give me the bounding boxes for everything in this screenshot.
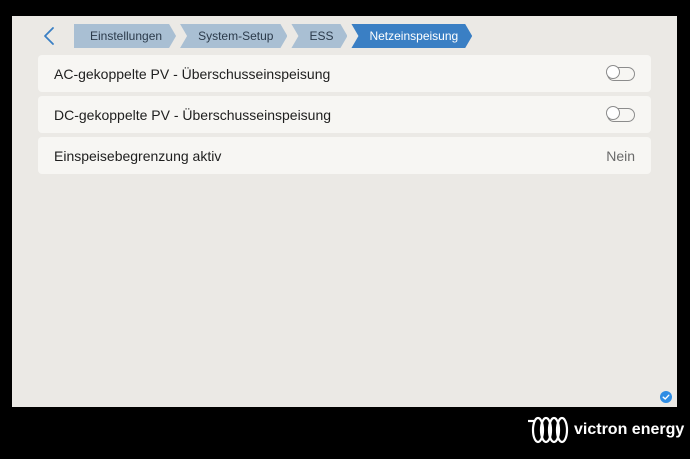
list-item-ac-coupled-pv[interactable]: AC-gekoppelte PV - Überschusseinspeisung xyxy=(38,55,651,92)
breadcrumb-system-setup[interactable]: System-Setup xyxy=(180,24,287,48)
device-frame: Einstellungen System-Setup ESS Netzeinsp… xyxy=(0,0,690,459)
screen: Einstellungen System-Setup ESS Netzeinsp… xyxy=(12,16,677,407)
settings-list: AC-gekoppelte PV - Überschusseinspeisung… xyxy=(38,55,651,178)
check-circle-icon xyxy=(660,391,672,403)
toggle-knob xyxy=(606,65,620,79)
list-item-label: AC-gekoppelte PV - Überschusseinspeisung xyxy=(54,65,331,82)
victron-logo: victron energy xyxy=(526,414,684,446)
feed-in-limit-value: Nein xyxy=(606,147,635,164)
dc-coupled-pv-toggle[interactable] xyxy=(606,106,635,122)
breadcrumb-ess[interactable]: ESS xyxy=(291,24,347,48)
list-item-dc-coupled-pv[interactable]: DC-gekoppelte PV - Überschusseinspeisung xyxy=(38,96,651,133)
list-item-label: Einspeisebegrenzung aktiv xyxy=(54,147,222,164)
breadcrumb: Einstellungen System-Setup ESS Netzeinsp… xyxy=(74,24,476,48)
list-item-label: DC-gekoppelte PV - Überschusseinspeisung xyxy=(54,106,332,123)
breadcrumb-einstellungen[interactable]: Einstellungen xyxy=(74,24,176,48)
breadcrumb-netzeinspeisung: Netzeinspeisung xyxy=(351,24,472,48)
list-item-feed-in-limit[interactable]: Einspeisebegrenzung aktiv Nein xyxy=(38,137,651,174)
back-button[interactable] xyxy=(40,24,60,48)
victron-logo-icon xyxy=(528,416,569,444)
logo-text: victron energy xyxy=(574,421,685,438)
toggle-knob xyxy=(606,106,620,120)
chevron-left-icon xyxy=(44,27,54,45)
ac-coupled-pv-toggle[interactable] xyxy=(606,65,635,81)
